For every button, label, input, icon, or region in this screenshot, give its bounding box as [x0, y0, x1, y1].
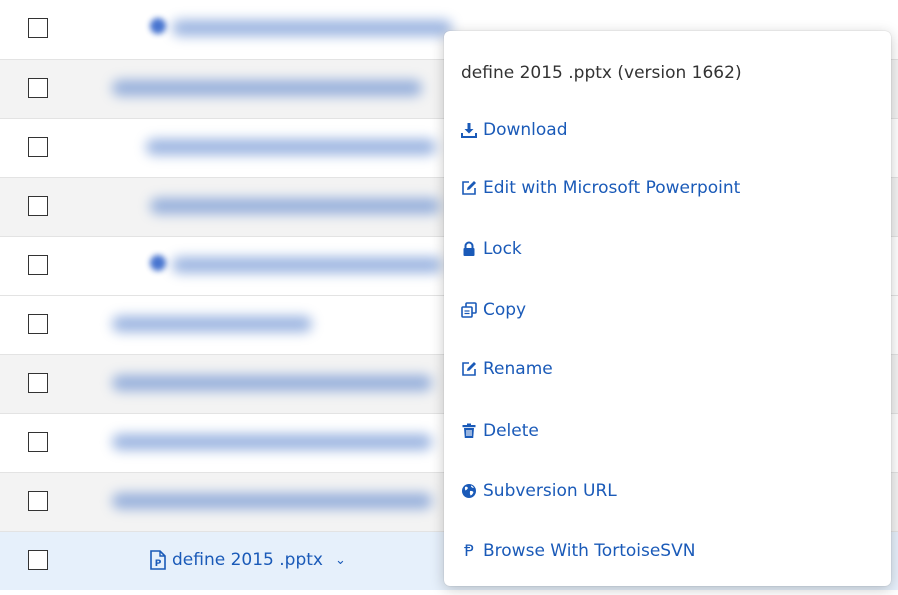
- lock-icon: [461, 241, 477, 257]
- row-checkbox[interactable]: [28, 550, 48, 570]
- blurred-row-label: [112, 493, 432, 509]
- menu-item-download[interactable]: Download: [461, 117, 568, 143]
- row-checkbox[interactable]: [28, 18, 48, 38]
- copy-icon: [461, 302, 477, 318]
- row-checkbox[interactable]: [28, 314, 48, 334]
- menu-item-copy[interactable]: Copy: [461, 297, 526, 323]
- blurred-row-label: [146, 139, 436, 155]
- context-menu-title: define 2015 .pptx (version 1662): [461, 63, 742, 83]
- file-name[interactable]: define 2015 .pptx: [172, 550, 323, 570]
- row-checkbox[interactable]: [28, 373, 48, 393]
- folder-icon: [150, 255, 166, 271]
- menu-item-label: Browse With TortoiseSVN: [483, 541, 696, 561]
- row-checkbox[interactable]: [28, 491, 48, 511]
- menu-item-rename[interactable]: Rename: [461, 356, 553, 382]
- menu-item-label: Download: [483, 120, 568, 140]
- row-checkbox[interactable]: [28, 137, 48, 157]
- menu-item-label: Edit with Microsoft Powerpoint: [483, 178, 741, 198]
- row-checkbox[interactable]: [28, 196, 48, 216]
- tortoisesvn-icon: Ᵽ: [464, 541, 474, 560]
- row-checkbox[interactable]: [28, 432, 48, 452]
- blurred-row-label: [112, 375, 432, 391]
- context-menu: define 2015 .pptx (version 1662) Downloa…: [444, 31, 891, 586]
- download-icon: [461, 122, 477, 138]
- blurred-row-label: [112, 80, 422, 96]
- menu-item-label: Rename: [483, 359, 553, 379]
- menu-item-browse-tortoisesvn[interactable]: Ᵽ Browse With TortoiseSVN: [461, 538, 695, 564]
- menu-item-label: Subversion URL: [483, 481, 617, 501]
- trash-icon: [461, 423, 477, 439]
- menu-item-subversion-url[interactable]: Subversion URL: [461, 478, 617, 504]
- file-name-cell[interactable]: P define 2015 .pptx ⌄: [150, 547, 346, 573]
- chevron-down-icon[interactable]: ⌄: [335, 553, 346, 568]
- row-checkbox[interactable]: [28, 255, 48, 275]
- blurred-row-label: [150, 198, 440, 214]
- menu-item-label: Delete: [483, 421, 539, 441]
- menu-item-label: Copy: [483, 300, 527, 320]
- menu-item-label: Lock: [483, 239, 522, 259]
- blurred-row-label: [172, 20, 452, 36]
- folder-icon: [150, 18, 166, 34]
- blurred-row-label: [112, 434, 432, 450]
- row-checkbox[interactable]: [28, 78, 48, 98]
- powerpoint-file-icon: P: [150, 550, 166, 570]
- menu-item-edit-powerpoint[interactable]: Edit with Microsoft Powerpoint: [461, 175, 740, 201]
- menu-item-delete[interactable]: Delete: [461, 418, 539, 444]
- blurred-row-label: [172, 257, 442, 273]
- svg-text:P: P: [155, 559, 162, 569]
- menu-item-lock[interactable]: Lock: [461, 236, 522, 262]
- edit-icon: [461, 361, 477, 377]
- globe-icon: [461, 483, 477, 499]
- edit-icon: [461, 180, 477, 196]
- blurred-row-label: [112, 316, 312, 332]
